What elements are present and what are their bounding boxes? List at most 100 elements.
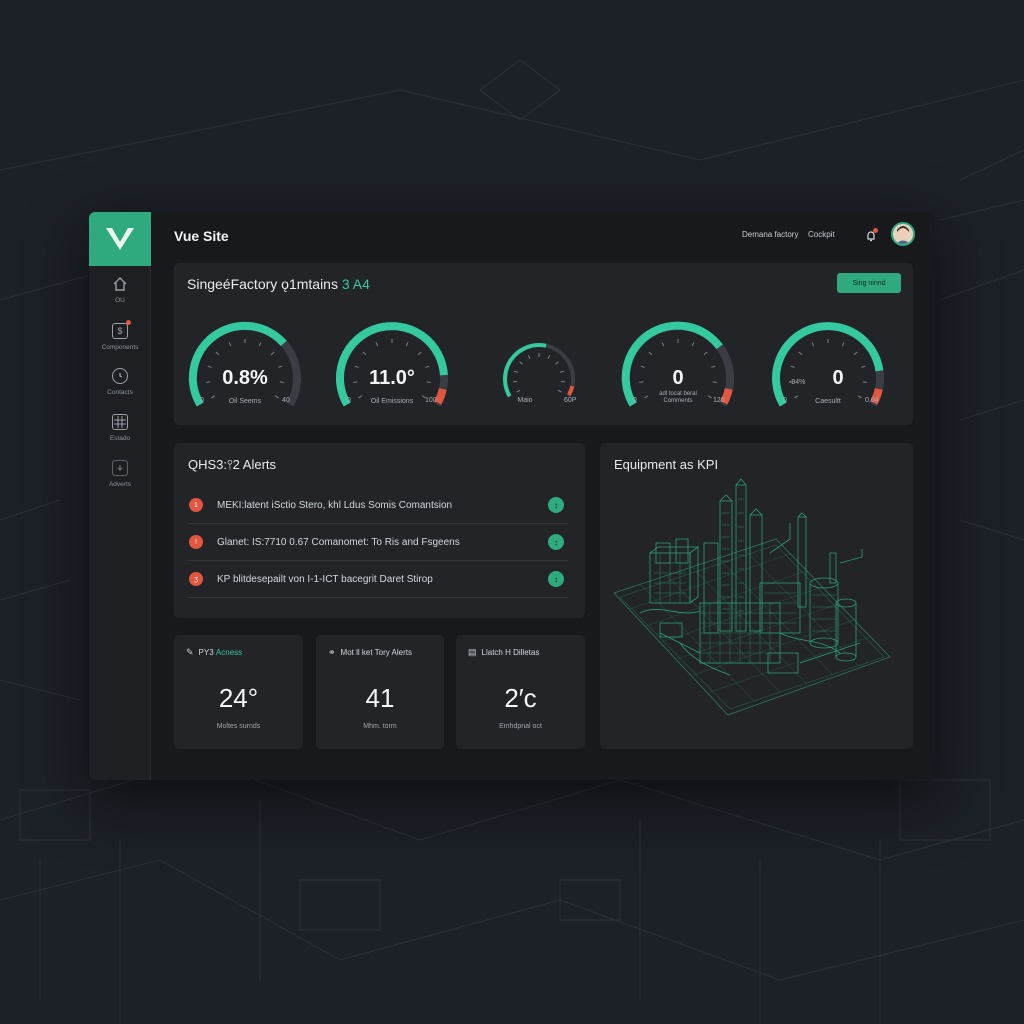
stat-card-access[interactable]: ✎ PY3 Acness 24° Moltes surnds — [174, 635, 303, 749]
gauges-panel-title-accent: 3 A4 — [341, 276, 370, 292]
alert-row[interactable]: ʒ KP blitdesepailt von I-1-ICT bacegrit … — [188, 561, 568, 598]
stat-card-label: Llatch H Dilletas — [481, 648, 540, 657]
gauge-tick — [527, 355, 531, 360]
sidebar-item-adverts[interactable]: Adverts — [89, 460, 151, 510]
gauge-tick — [547, 355, 551, 360]
top-link-cockpit[interactable]: Cockpit — [808, 230, 835, 239]
gauge-tick — [798, 351, 803, 356]
gauge-max: 100 — [425, 397, 437, 404]
gauge-tick — [557, 389, 562, 393]
gauge-tick — [228, 342, 232, 347]
gauge-tick — [417, 351, 422, 356]
user-avatar[interactable] — [891, 222, 915, 246]
sidebar-item-contacts[interactable]: Contacts — [89, 368, 151, 418]
gauge-value: 0.8% — [222, 367, 268, 389]
alert-action-icon[interactable]: ↕ — [548, 497, 564, 513]
sidebar-item-components[interactable]: $ Components — [89, 320, 151, 373]
stat-card-label: Mot ll ket Tory Alerts — [340, 648, 412, 657]
gauge-tick — [270, 351, 275, 356]
factory-wireframe-illustration — [613, 478, 891, 716]
gauge-tick — [853, 351, 858, 356]
stat-card-label: PY3 — [198, 648, 214, 657]
gauge-tick — [516, 389, 521, 393]
equipment-panel: Equipment as KPI — [600, 443, 913, 749]
top-link-factory[interactable]: Demana factory — [742, 230, 798, 239]
gauge-tick — [841, 342, 845, 347]
sidebar-item-label: OU — [115, 297, 125, 304]
site-title: Vue Site — [174, 228, 229, 244]
home-icon — [112, 276, 128, 292]
sidebar-item-label: Adverts — [108, 481, 132, 488]
stat-card-value: 2′c — [504, 683, 537, 713]
gauge-max: 40 — [282, 397, 290, 404]
stat-card-header: ▤ Llatch H Dilletas — [468, 647, 539, 658]
gauge-tick — [362, 351, 367, 356]
gauge-prefix: -94% — [789, 379, 806, 386]
alert-badge: ! — [189, 535, 203, 549]
stat-card-header: ✎ PY3 Acness — [186, 647, 242, 658]
calendar-icon: ▤ — [468, 647, 477, 657]
gauge-tick — [555, 361, 559, 365]
sidebar: OU $ Components Contacts Estado Adverts — [89, 212, 151, 780]
sidebar-item-estado[interactable]: Estado — [89, 414, 151, 464]
sidebar-item-label: Components — [101, 344, 139, 351]
gauge-fill — [772, 322, 884, 407]
stat-card-alerts[interactable]: ⚭ Mot ll ket Tory Alerts 41 Mhm. torm — [316, 635, 444, 749]
gauges-panel-title: SingeéFactory ǫ1mtains 3 A4 — [187, 276, 370, 292]
alert-row[interactable]: 1 MEKI:latent iSctio Stero, khl Ldus Som… — [188, 487, 568, 524]
alerts-panel-title: QHS3:⫯2 Alerts — [188, 457, 277, 472]
gauge-caesultt: 0 -94% 0 Caesultt 0.04 — [765, 315, 891, 415]
equipment-panel-title: Equipment as KPI — [614, 457, 719, 472]
gauge-tick — [559, 370, 564, 373]
grid-icon — [112, 414, 128, 430]
gauge-comments: 0 adl tocat beral Comments 0 120 — [615, 315, 741, 415]
link-icon: ⚭ — [328, 647, 336, 657]
vue-logo[interactable] — [89, 212, 151, 266]
gauge-label: Maio — [517, 397, 533, 404]
stat-card-sub: Mhm. torm — [363, 723, 397, 730]
component-icon: $ — [112, 320, 131, 339]
gauge-fill — [336, 322, 448, 407]
gauge-tick — [661, 342, 665, 347]
gauge-oil-seems: 0.8% 0 Oil Seems 40 — [182, 315, 308, 415]
gauges-panel-title-text: SingeéFactory ǫ1mtains — [187, 276, 338, 292]
stat-card-label-accent: Acness — [215, 648, 243, 657]
alert-action-icon[interactable]: ↕ — [548, 571, 564, 587]
gauge-min: 0 — [633, 397, 637, 404]
dashboard-window: OU $ Components Contacts Estado Adverts … — [89, 212, 935, 780]
alert-text: MEKI:latent iSctio Stero, khl Ldus Somis… — [217, 499, 453, 511]
sidebar-item-ou[interactable]: OU — [89, 276, 151, 326]
gauge-tick — [215, 351, 220, 356]
gauge-fill — [503, 343, 547, 398]
gauge-tick — [691, 342, 695, 347]
stat-card-value: 41 — [365, 683, 395, 713]
gauge-tick — [703, 351, 708, 356]
gauges-panel-button[interactable]: Sing ninnd — [837, 273, 901, 293]
alert-text: KP blitdesepailt von I-1-ICT bacegrit Da… — [217, 573, 433, 585]
gauge-tick — [514, 370, 519, 373]
gauges-panel: SingeéFactory ǫ1mtains 3 A4 Sing ninnd 0… — [174, 263, 913, 425]
sidebar-item-label: Contacts — [107, 389, 133, 396]
gauge-fill — [188, 321, 287, 407]
gauge-tick — [258, 342, 262, 347]
gauge-oil-emissions: 11.0° 0 Oil Emissions 100 — [329, 315, 455, 415]
gauge-tick — [519, 361, 523, 365]
gauge-tick — [811, 342, 815, 347]
pen-icon: ✎ — [186, 647, 194, 657]
notification-bell-icon[interactable] — [864, 228, 878, 243]
stat-card-header: ⚭ Mot ll ket Tory Alerts — [328, 647, 412, 658]
gauge-max: 60P — [564, 397, 577, 404]
gauge-maio: Maio 60P — [492, 335, 586, 415]
alert-row[interactable]: ! Glanet: IS:7710 0.67 Comanomet: To Ris… — [188, 524, 568, 561]
alert-text: Glanet: IS:7710 0.67 Comanomet: To Ris a… — [217, 536, 460, 548]
alert-action-icon[interactable]: ↕ — [548, 534, 564, 550]
stat-card-dilletas[interactable]: ▤ Llatch H Dilletas 2′c Emhdpnal oct — [456, 635, 585, 749]
stat-card-value: 24° — [218, 683, 259, 713]
vue-logo-icon — [106, 228, 134, 250]
gauge-tick — [405, 342, 409, 347]
stat-card-sub: Emhdpnal oct — [499, 723, 542, 730]
alert-badge: ʒ — [189, 572, 203, 586]
clock-icon — [112, 368, 128, 384]
sidebar-item-label: Estado — [109, 435, 131, 442]
gauge-value: 11.0° — [369, 367, 415, 389]
